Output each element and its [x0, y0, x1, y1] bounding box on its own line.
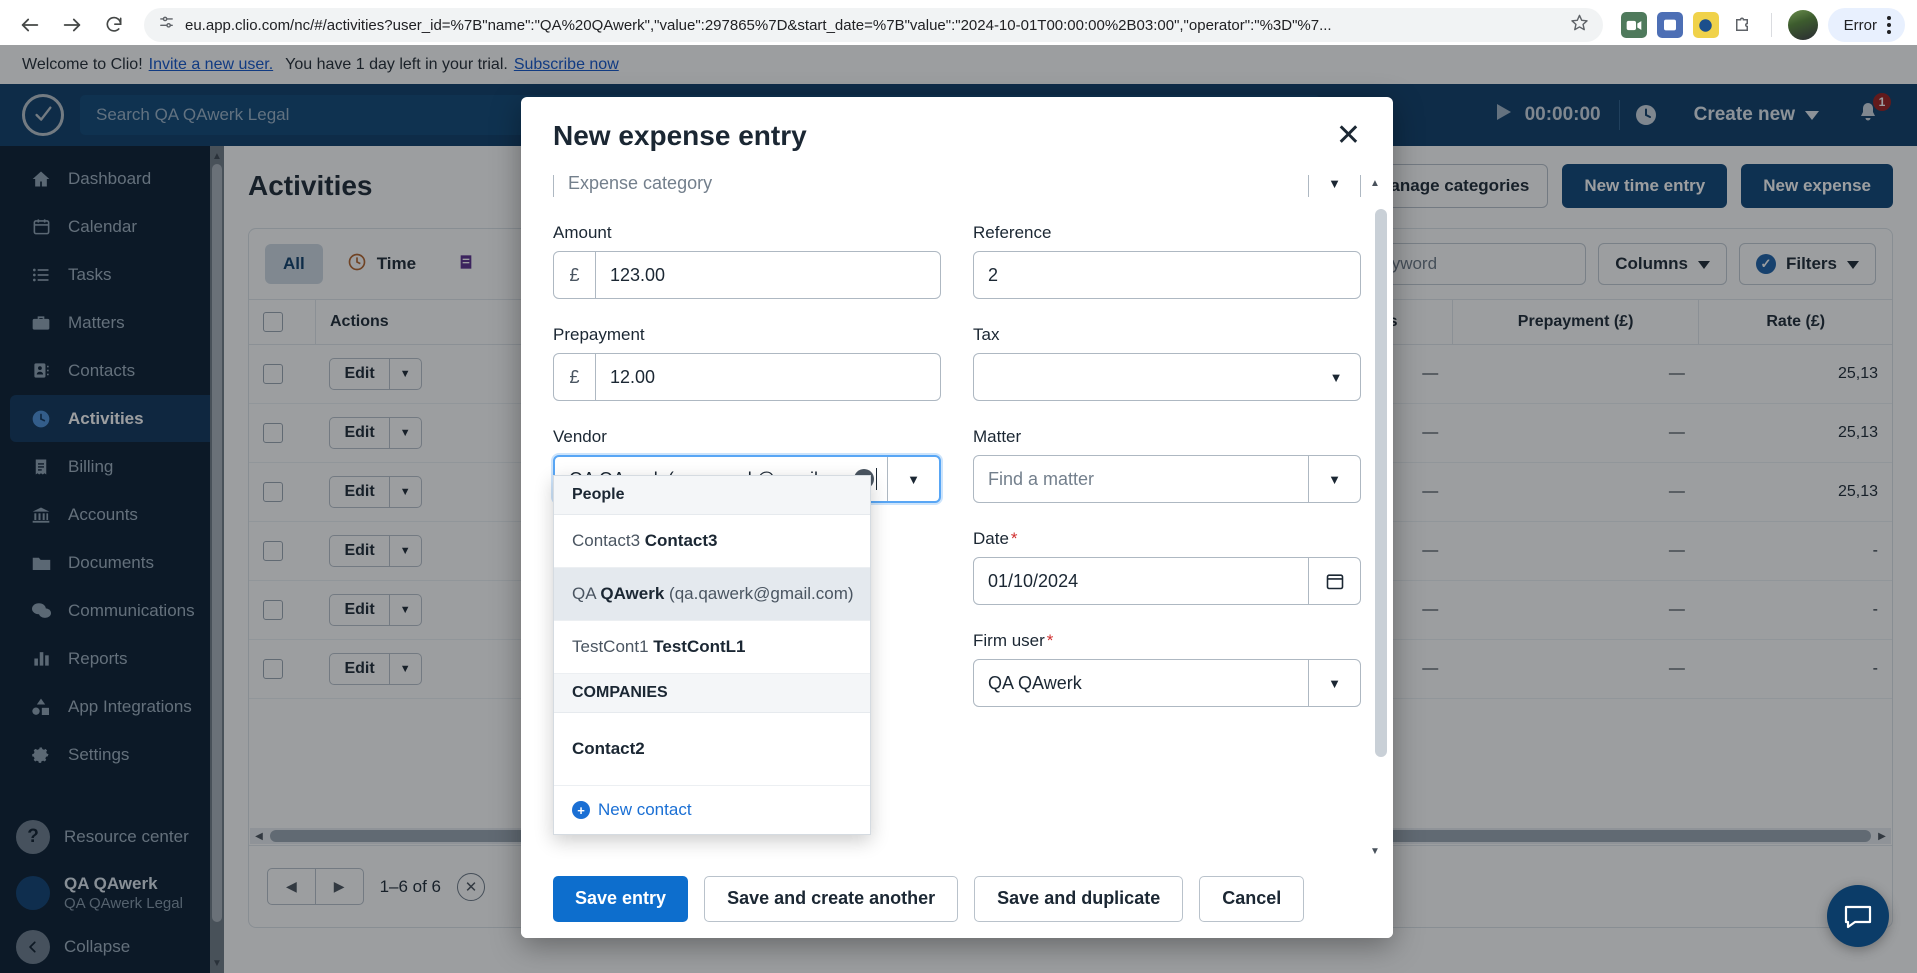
dropdown-option-testcont1[interactable]: TestCont1 TestContL1	[554, 621, 870, 674]
tax-label: Tax	[973, 325, 1000, 344]
vendor-matter-row: Vendor QA QAwerk (qa.qawerk@gmail.com ✕ …	[553, 427, 1361, 835]
date-field: Date * 01/10/2024	[973, 529, 1361, 605]
chevron-down-icon[interactable]: ▼	[1308, 456, 1360, 502]
chat-bubble-icon[interactable]	[1827, 885, 1889, 947]
new-expense-entry-dialog: New expense entry ✕ Expense category ▼ A…	[521, 97, 1393, 938]
currency-symbol: £	[554, 354, 596, 400]
browser-extensions: Error	[1615, 8, 1905, 42]
amount-value: 123.00	[610, 264, 666, 285]
prepayment-input[interactable]: £ 12.00	[553, 353, 941, 401]
plus-circle-icon: +	[572, 801, 590, 819]
new-contact-label: New contact	[598, 800, 692, 819]
firm-user-label-text: Firm user	[973, 631, 1045, 650]
dropdown-group-header-companies: COMPANIES	[554, 674, 870, 713]
amount-label: Amount	[553, 223, 612, 242]
save-entry-button[interactable]: Save entry	[553, 875, 689, 922]
text-cursor	[876, 468, 877, 490]
option-bold: QAwerk	[600, 584, 665, 603]
puzzle-extension-icon[interactable]	[1729, 12, 1755, 38]
shield-extension-icon[interactable]	[1692, 12, 1719, 38]
dialog-title: New expense entry	[553, 120, 807, 151]
amount-input[interactable]: £ 123.00	[553, 251, 941, 299]
vendor-dropdown-list: People Contact3 Contact3 QA QAwerk (qa.q…	[553, 475, 871, 835]
tax-select[interactable]: ▼	[973, 353, 1361, 401]
firm-user-value: QA QAwerk	[988, 672, 1082, 693]
calendar-icon[interactable]	[1308, 558, 1360, 604]
date-label: Date *	[973, 529, 1361, 549]
amount-field: Amount £ 123.00	[553, 223, 941, 299]
scroll-down-icon[interactable]: ▼	[1367, 843, 1383, 859]
reference-input[interactable]: 2	[973, 251, 1361, 299]
site-settings-icon[interactable]	[158, 14, 175, 36]
error-label: Error	[1843, 16, 1877, 34]
save-and-duplicate-button[interactable]: Save and duplicate	[974, 875, 1184, 922]
toolbar-divider	[1770, 13, 1772, 37]
required-marker: *	[1046, 631, 1054, 650]
dropdown-group-header-people: People	[554, 476, 870, 515]
vendor-field: Vendor QA QAwerk (qa.qawerk@gmail.com ✕ …	[553, 427, 941, 835]
dialog-scrollbar[interactable]: ▲ ▼	[1370, 175, 1387, 859]
profile-avatar[interactable]	[1787, 10, 1818, 40]
firm-user-field: Firm user * QA QAwerk ▼	[973, 631, 1361, 707]
dialog-footer: Save entry Save and create another Save …	[521, 859, 1393, 938]
dropdown-option-contact2[interactable]: Contact2	[554, 713, 870, 786]
url-text: eu.app.clio.com/nc/#/activities?user_id=…	[185, 16, 1332, 34]
option-suffix: (qa.qawerk@gmail.com)	[664, 584, 854, 603]
reference-value: 2	[988, 264, 999, 285]
new-contact-action[interactable]: + New contact	[554, 786, 870, 834]
star-icon[interactable]	[1570, 13, 1589, 37]
tax-field: Tax ▼	[973, 325, 1361, 401]
date-label-text: Date	[973, 529, 1009, 548]
save-and-create-another-button[interactable]: Save and create another	[704, 875, 959, 922]
option-bold: TestContL1	[653, 637, 746, 656]
browser-toolbar: eu.app.clio.com/nc/#/activities?user_id=…	[0, 0, 1917, 50]
chevron-down-icon[interactable]: ▼	[1308, 175, 1360, 197]
matter-field: Matter Find a matter ▼	[973, 427, 1361, 503]
chevron-down-icon[interactable]: ▼	[1308, 660, 1360, 706]
expense-category-field: Expense category ▼	[553, 175, 1361, 197]
error-indicator[interactable]: Error	[1827, 8, 1905, 42]
dialog-header: New expense entry ✕	[521, 97, 1393, 175]
expense-category-placeholder: Expense category	[568, 175, 713, 193]
bookmark-manager-icon[interactable]	[1656, 12, 1683, 38]
reference-field: Reference 2	[973, 223, 1361, 299]
matter-input[interactable]: Find a matter ▼	[973, 455, 1361, 503]
expense-category-select[interactable]: Expense category ▼	[553, 175, 1361, 197]
dialog-body: Expense category ▼ Amount £ 123.00 Refer…	[521, 175, 1393, 859]
close-icon[interactable]: ✕	[1336, 121, 1361, 151]
scrollbar-thumb[interactable]	[1375, 209, 1387, 757]
firm-user-label: Firm user *	[973, 631, 1361, 651]
option-prefix: Contact3	[572, 531, 645, 550]
date-value: 01/10/2024	[988, 570, 1079, 591]
dropdown-option-qa-qawerk[interactable]: QA QAwerk (qa.qawerk@gmail.com)	[554, 568, 870, 621]
amount-reference-row: Amount £ 123.00 Reference 2	[553, 223, 1361, 299]
prepayment-tax-row: Prepayment £ 12.00 Tax ▼	[553, 325, 1361, 401]
reload-icon[interactable]	[96, 7, 132, 43]
required-marker: *	[1010, 529, 1018, 548]
address-bar[interactable]: eu.app.clio.com/nc/#/activities?user_id=…	[144, 8, 1603, 42]
prepayment-label: Prepayment	[553, 325, 645, 344]
chevron-down-icon[interactable]: ▼	[887, 457, 939, 501]
chrome-menu-icon[interactable]	[1881, 16, 1897, 34]
option-prefix: QA	[572, 584, 601, 603]
option-bold: Contact3	[644, 531, 718, 550]
option-prefix: TestCont1	[572, 637, 654, 656]
currency-symbol: £	[554, 252, 596, 298]
vendor-label: Vendor	[553, 427, 607, 446]
back-arrow-icon[interactable]	[12, 7, 48, 43]
chevron-down-icon[interactable]: ▼	[1312, 370, 1360, 385]
matter-label: Matter	[973, 427, 1022, 446]
video-camera-icon[interactable]	[1620, 12, 1647, 38]
matter-placeholder: Find a matter	[988, 468, 1095, 489]
forward-arrow-icon[interactable]	[54, 7, 90, 43]
firm-user-select[interactable]: QA QAwerk ▼	[973, 659, 1361, 707]
prepayment-field: Prepayment £ 12.00	[553, 325, 941, 401]
cancel-button[interactable]: Cancel	[1199, 875, 1305, 922]
reference-label: Reference	[973, 223, 1052, 242]
dropdown-option-contact3[interactable]: Contact3 Contact3	[554, 515, 870, 568]
prepayment-value: 12.00	[610, 366, 656, 387]
date-input[interactable]: 01/10/2024	[973, 557, 1361, 605]
scroll-up-icon[interactable]: ▲	[1367, 175, 1383, 191]
